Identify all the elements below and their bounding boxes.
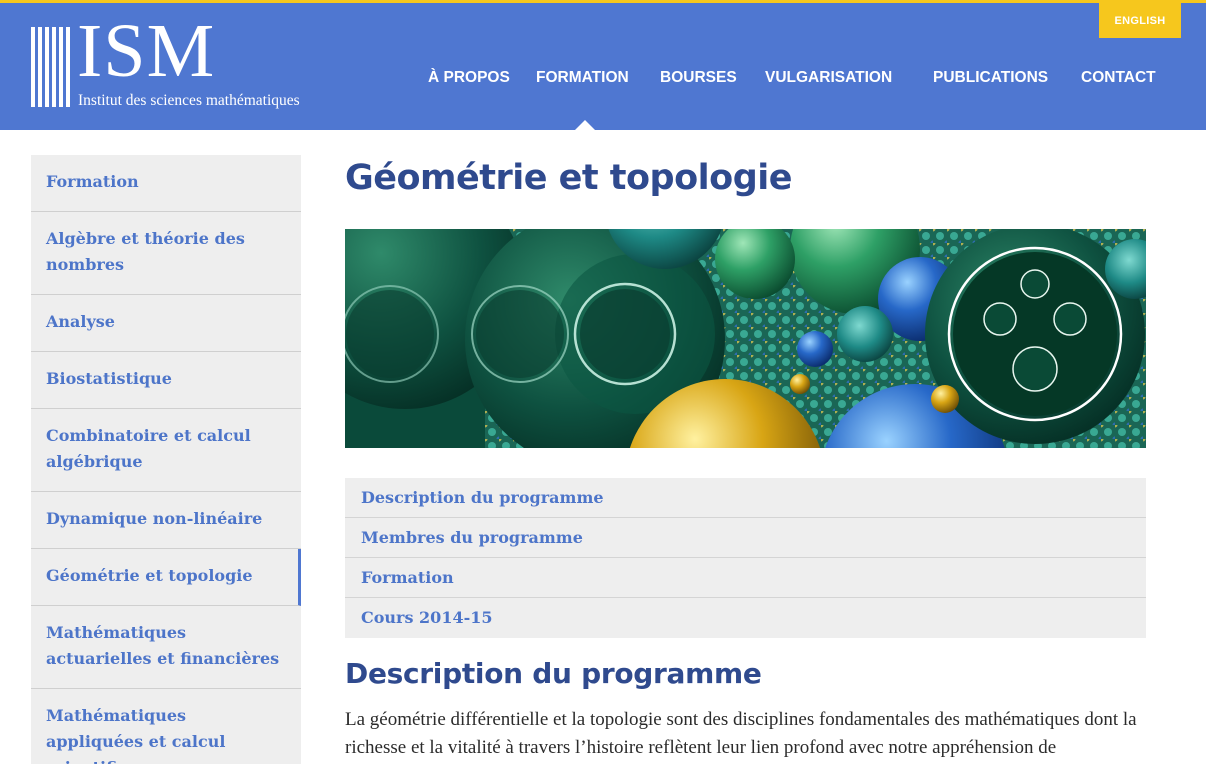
logo-bars-icon <box>31 27 71 107</box>
sidebar: Formation Algèbre et théorie des nombres… <box>31 155 301 764</box>
sidebar-item-actuarielles[interactable]: Mathématiques actuarielles et financière… <box>31 606 301 689</box>
nav-item-vulgarisation[interactable]: VULGARISATION <box>765 69 892 87</box>
nav-item-formation[interactable]: FORMATION <box>536 69 629 87</box>
site-header: ISM Institut des sciences mathématiques … <box>0 3 1206 131</box>
tab-cours[interactable]: Cours 2014-15 <box>345 598 1146 638</box>
ism-logo[interactable]: ISM Institut des sciences mathématiques <box>31 13 331 115</box>
sidebar-item-dynamique[interactable]: Dynamique non-linéaire <box>31 492 301 549</box>
sidebar-item-geometrie-active[interactable]: Géométrie et topologie <box>31 549 301 606</box>
language-switch-button[interactable]: ENGLISH <box>1099 3 1181 38</box>
program-tabs: Description du programme Membres du prog… <box>345 478 1146 638</box>
fractal-banner-image <box>345 229 1146 448</box>
sidebar-item-combinatoire[interactable]: Combinatoire et calcul algébrique <box>31 409 301 492</box>
sidebar-item-appliquees[interactable]: Mathématiques appliquées et calcul scien… <box>31 689 301 764</box>
tab-membres[interactable]: Membres du programme <box>345 518 1146 558</box>
active-nav-caret-icon <box>574 120 596 131</box>
sidebar-item-algebre[interactable]: Algèbre et théorie des nombres <box>31 212 301 295</box>
nav-item-publications[interactable]: PUBLICATIONS <box>933 69 1048 87</box>
nav-item-a-propos[interactable]: À PROPOS <box>428 69 510 87</box>
logo-wordmark: ISM <box>77 9 216 93</box>
sidebar-item-analyse[interactable]: Analyse <box>31 295 301 352</box>
sidebar-item-formation[interactable]: Formation <box>31 155 301 212</box>
main-content: Géométrie et topologie Description du pr… <box>345 155 1146 762</box>
nav-item-bourses[interactable]: BOURSES <box>660 69 737 87</box>
tab-formation[interactable]: Formation <box>345 558 1146 598</box>
logo-subtitle: Institut des sciences mathématiques <box>78 92 300 109</box>
page-title: Géométrie et topologie <box>345 158 793 198</box>
nav-item-contact[interactable]: CONTACT <box>1081 69 1156 87</box>
section-title: Description du programme <box>345 657 762 690</box>
section-body-text: La géométrie différentielle et la topolo… <box>345 709 1137 758</box>
tab-description[interactable]: Description du programme <box>345 478 1146 518</box>
sidebar-item-biostatistique[interactable]: Biostatistique <box>31 352 301 409</box>
